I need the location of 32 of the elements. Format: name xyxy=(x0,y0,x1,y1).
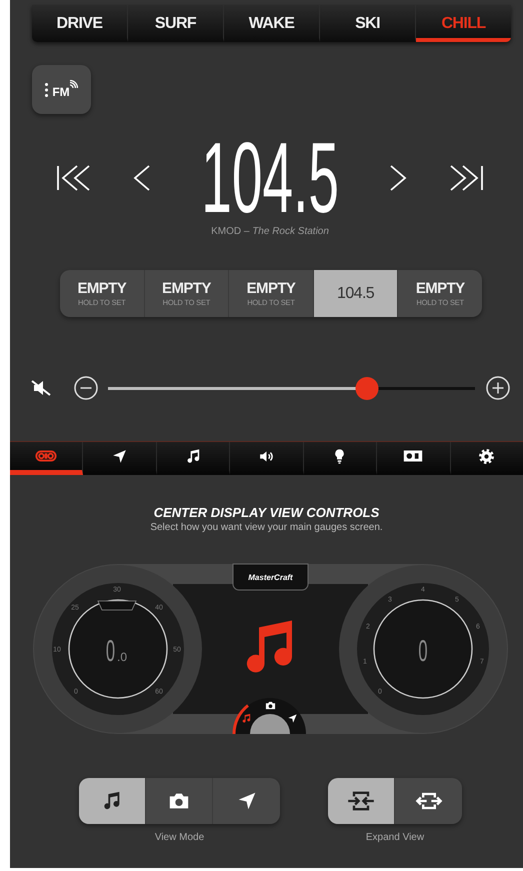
view-mode-button[interactable] xyxy=(79,778,146,824)
volume-down-icon[interactable] xyxy=(74,376,98,400)
mode-tab[interactable]: SKI xyxy=(320,5,416,42)
speed-readout: 0 xyxy=(106,634,115,668)
mode-tab[interactable]: CHILL xyxy=(416,5,511,42)
mode-tab[interactable]: WAKE xyxy=(224,5,320,42)
signal-icon xyxy=(68,80,78,90)
expand-view-button[interactable] xyxy=(328,778,395,824)
camera-icon xyxy=(266,702,276,710)
skip-back-icon[interactable] xyxy=(55,163,91,193)
skip-forward-icon[interactable] xyxy=(449,163,485,193)
menu-dots-icon xyxy=(45,82,48,96)
group-label: Expand View xyxy=(366,832,424,843)
preset-button[interactable]: 104.5 xyxy=(314,270,398,317)
speed-decimal: .0 xyxy=(117,650,128,664)
mode-tab[interactable]: SURF xyxy=(128,5,224,42)
brand-logo: MasterCraft xyxy=(248,573,293,582)
section-subtitle: Select how you want view your main gauges screen. xyxy=(150,522,383,533)
navigation-arrow-icon xyxy=(111,448,128,464)
section-title: CENTER DISPLAY VIEW CONTROLS xyxy=(154,505,380,520)
gauge-readout: 0 xyxy=(418,634,428,668)
slider-thumb[interactable] xyxy=(356,376,379,400)
music-note-icon xyxy=(242,714,250,723)
station-name: KMOD – The Rock Station xyxy=(211,226,329,237)
music-note-icon xyxy=(246,620,292,672)
source-button[interactable]: FM xyxy=(32,65,91,114)
navigation-arrow-icon xyxy=(288,714,297,723)
group-label: View Mode xyxy=(154,832,204,843)
mode-tab[interactable]: DRIVE xyxy=(32,5,128,42)
frequency-readout: 104.5 xyxy=(201,138,339,218)
volume-up-icon[interactable] xyxy=(486,376,510,400)
settings-icon xyxy=(478,448,496,464)
